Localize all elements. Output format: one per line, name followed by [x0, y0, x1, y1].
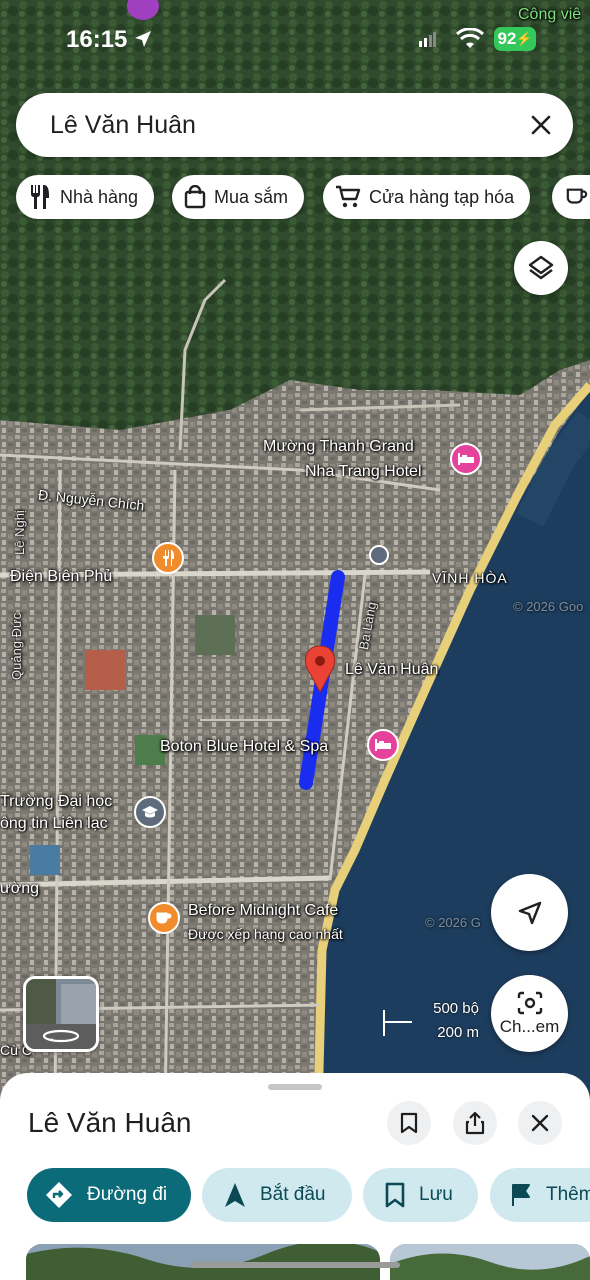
chip-restaurants[interactable]: Nhà hàng — [16, 175, 155, 219]
place-bottom-sheet[interactable]: Lê Văn Huân Đường đi Bắt đầu Lưu Thêm — [0, 1073, 590, 1280]
photo-image — [390, 1244, 590, 1280]
chip-shopping[interactable]: Mua sắm — [172, 175, 305, 219]
wifi-icon — [456, 28, 484, 48]
map-scale: 500 bộ 200 m — [383, 1000, 483, 1045]
scale-bar-line — [383, 1010, 412, 1036]
flag-icon — [512, 1184, 530, 1206]
clear-search-button[interactable] — [525, 109, 557, 141]
lens-label: Ch...em — [499, 1016, 560, 1036]
bookmark-icon — [400, 1112, 418, 1134]
map-watermark-2: © 2026 G — [425, 915, 481, 930]
start-label: Bắt đầu — [260, 1184, 326, 1205]
save-bookmark-button[interactable] — [387, 1101, 431, 1145]
charging-bolt-icon: ⚡ — [516, 31, 533, 46]
bookmark-icon — [385, 1182, 405, 1208]
camera-lens-icon — [517, 991, 542, 1014]
more-label: Thêm — [546, 1184, 590, 1205]
layers-button[interactable] — [514, 241, 568, 295]
save-button[interactable]: Lưu — [363, 1168, 478, 1222]
street-label-dien-bien-phu: Điện Biên Phủ — [10, 568, 113, 585]
save-label: Lưu — [419, 1184, 453, 1205]
navigation-icon — [225, 1183, 245, 1207]
status-time: 16:15 — [66, 26, 128, 53]
area-label-vinh-hoa: VĨNH HÒA — [432, 570, 508, 586]
hotel-label-line1[interactable]: Mường Thanh Grand — [263, 437, 414, 457]
share-icon — [465, 1111, 485, 1135]
lens-button[interactable]: Ch...em — [491, 975, 568, 1052]
cafe-label[interactable]: Before Midnight Cafe — [188, 901, 338, 921]
university-label-line1[interactable]: Trường Đại học — [0, 792, 112, 812]
cafe-pin-icon[interactable] — [148, 902, 180, 934]
directions-label: Đường đi — [87, 1184, 168, 1205]
directions-button[interactable]: Đường đi — [27, 1168, 191, 1222]
share-button[interactable] — [453, 1101, 497, 1145]
chip-label: Nhà hàng — [60, 186, 139, 207]
street-view-thumbnail[interactable] — [23, 976, 99, 1052]
restaurant-icon — [31, 185, 49, 209]
bus-stop-icon[interactable] — [369, 545, 389, 565]
map-view[interactable]: Công viê Mường Thanh Grand Nha Trang Hot… — [0, 0, 590, 1110]
battery-indicator: 92 ⚡ — [494, 27, 536, 51]
selected-street-label[interactable]: Lê Văn Huân — [345, 660, 438, 680]
street-label-quang-duc: Quảng Đức — [9, 612, 24, 680]
hotel-pin-icon[interactable] — [450, 443, 482, 475]
street-label-left: ường — [0, 880, 39, 897]
rotate-360-icon — [42, 1029, 80, 1043]
chip-label: Cửa hàng tạp hóa — [369, 186, 515, 207]
street-label-le-nghi: Lê Nghị — [12, 510, 27, 555]
navigation-arrow-icon — [518, 901, 541, 924]
start-button[interactable]: Bắt đầu — [202, 1168, 352, 1222]
university-pin-icon[interactable] — [134, 796, 166, 828]
cart-icon — [336, 185, 361, 208]
hotel-pin-icon-boton[interactable] — [367, 729, 399, 761]
directions-icon — [46, 1182, 72, 1208]
search-input[interactable]: Lê Văn Huân — [50, 111, 196, 140]
scale-imperial: 500 bộ — [433, 1000, 479, 1017]
close-sheet-button[interactable] — [518, 1101, 562, 1145]
hotel-label-boton[interactable]: Boton Blue Hotel & Spa — [160, 737, 328, 757]
more-button[interactable]: Thêm — [490, 1168, 590, 1222]
coffee-icon — [566, 188, 588, 204]
chip-grocery[interactable]: Cửa hàng tạp hóa — [323, 175, 531, 219]
location-arrow-icon — [135, 31, 151, 47]
sheet-drag-handle[interactable] — [268, 1084, 322, 1090]
chip-label: Mua sắm — [214, 186, 289, 207]
chip-coffee[interactable] — [552, 175, 590, 219]
layers-icon — [528, 255, 554, 280]
battery-level: 92 — [497, 29, 517, 48]
close-icon — [531, 115, 551, 135]
cafe-rating-label: Được xếp hạng cao nhất — [188, 926, 343, 942]
shopping-bag-icon — [184, 185, 206, 209]
status-bar: 16:15 92 ⚡ — [0, 0, 590, 80]
scale-metric: 200 m — [437, 1024, 479, 1041]
map-watermark: © 2026 Goo — [513, 599, 584, 614]
place-photo-2[interactable] — [390, 1244, 590, 1280]
my-location-button[interactable] — [491, 874, 568, 951]
home-indicator — [190, 1262, 400, 1268]
search-bar[interactable]: Lê Văn Huân — [16, 93, 573, 157]
close-icon — [531, 1114, 549, 1132]
hotel-label-line2[interactable]: Nha Trang Hotel — [305, 462, 422, 482]
restaurant-pin-icon[interactable] — [152, 542, 184, 574]
place-title: Lê Văn Huân — [28, 1107, 192, 1138]
university-label-line2[interactable]: ông tin Liên lạc — [0, 814, 108, 834]
camera-indicator-icon — [127, 0, 159, 20]
cellular-signal-icon — [419, 32, 436, 47]
